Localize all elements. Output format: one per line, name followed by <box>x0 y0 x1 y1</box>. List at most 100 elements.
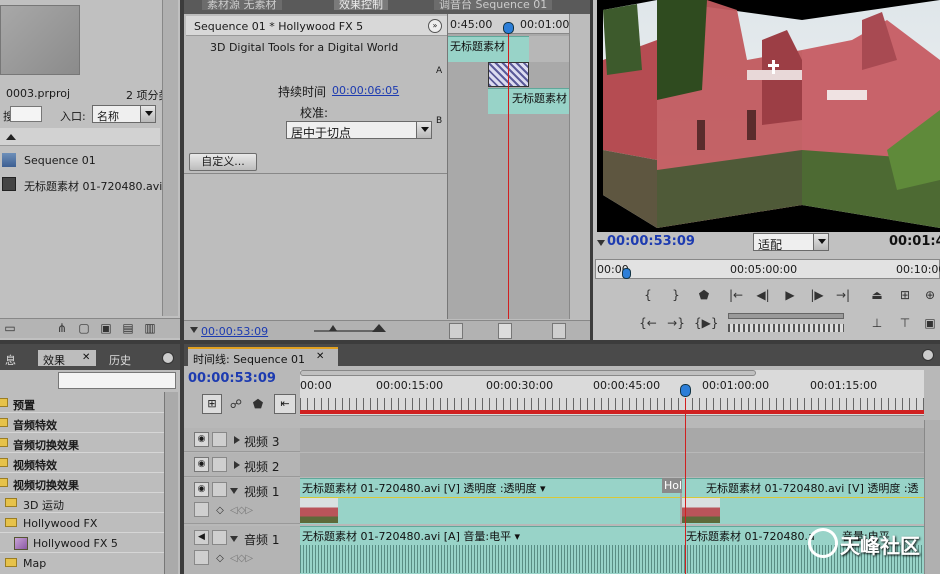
tab-source[interactable]: 素材源 无素材 <box>202 0 282 11</box>
lock-icon[interactable] <box>212 530 227 545</box>
eye-icon[interactable]: ◉ <box>194 457 209 472</box>
track-area[interactable] <box>300 453 924 477</box>
timeline-timecode[interactable]: 00:00:53:09 <box>188 371 276 386</box>
mark-in-icon[interactable]: { <box>638 286 658 304</box>
tab-history[interactable]: 历史 <box>104 350 136 367</box>
extract-icon[interactable]: ⊤ <box>895 314 915 332</box>
eye-icon[interactable]: ◉ <box>194 482 209 497</box>
zoom-in-icon[interactable] <box>372 324 386 332</box>
mini-playhead-head[interactable] <box>503 22 514 34</box>
effect-timecode[interactable]: 00:00:53:09 <box>201 325 268 338</box>
trim-icon[interactable]: ⊥ <box>867 314 887 332</box>
opacity-line[interactable] <box>682 497 924 498</box>
tab-audio-mixer[interactable]: 调音台 Sequence 01 <box>434 0 553 11</box>
list-item[interactable]: 预置 <box>0 394 164 413</box>
keyframe-icon[interactable]: ◇ <box>210 550 230 568</box>
fit-dropdown[interactable]: 适配 <box>753 233 829 252</box>
output-icon[interactable]: ⊕ <box>920 286 940 304</box>
list-item[interactable]: Hollywood FX <box>0 514 164 533</box>
collapse-track-icon[interactable] <box>230 488 238 494</box>
timecode-menu-icon[interactable] <box>597 240 605 246</box>
safe-margins-icon[interactable]: ⊞ <box>895 286 915 304</box>
list-item[interactable]: Map <box>0 554 164 573</box>
list-item[interactable]: Hollywood FX 5 <box>0 534 164 553</box>
video-clip[interactable]: 无标题素材 01-720480.avi [V] 透明度 :透明度 ▾ <box>300 478 680 524</box>
set-in-out-icon[interactable]: ⇤ <box>274 394 296 414</box>
mini-clip-b[interactable]: 无标题素材 <box>488 88 570 114</box>
opacity-line[interactable] <box>300 497 680 498</box>
play-in-to-out-icon[interactable]: {▶} <box>694 314 719 332</box>
program-playhead-icon[interactable] <box>622 268 631 279</box>
play-icon[interactable]: ▶ <box>780 286 800 304</box>
goto-prev-edit-icon[interactable]: {← <box>638 314 658 332</box>
project-scrollbar[interactable] <box>162 0 178 316</box>
collapse-track-icon[interactable] <box>230 536 238 542</box>
effects-search-input[interactable] <box>58 372 176 389</box>
goto-next-edit-icon[interactable]: →} <box>666 314 686 332</box>
zoom-thumb-icon[interactable] <box>329 325 337 331</box>
custom-button[interactable]: 自定义... <box>189 153 257 171</box>
export-frame-icon[interactable]: ▣ <box>920 314 940 332</box>
tab-info[interactable]: 息 <box>0 350 21 367</box>
expand-track-icon[interactable] <box>234 461 240 469</box>
jog-wheel[interactable] <box>728 324 844 332</box>
shuttle-slider[interactable] <box>728 313 844 319</box>
goto-out-icon[interactable]: →| <box>833 286 853 304</box>
timeline-playhead-head[interactable] <box>680 384 691 397</box>
list-item[interactable]: Sequence 01 <box>0 150 160 170</box>
bin-icon[interactable]: ▣ <box>96 319 116 337</box>
filter-icon[interactable] <box>190 327 198 333</box>
project-list-header[interactable] <box>0 128 160 146</box>
hscroll-left-icon[interactable] <box>449 323 463 339</box>
tab-effect-controls[interactable]: 效果控制 <box>334 0 388 11</box>
list-item[interactable]: 音频切换效果 <box>0 434 164 453</box>
duration-value[interactable]: 00:00:06:05 <box>332 84 399 97</box>
delete-icon[interactable]: ▥ <box>140 319 160 337</box>
track-area[interactable] <box>300 428 924 452</box>
set-marker-icon[interactable]: ⬟ <box>694 286 714 304</box>
snap-icon[interactable]: ⊞ <box>202 394 222 414</box>
timeline-ruler[interactable]: 00:00 00:00:15:00 00:00:30:00 00:00:45:0… <box>300 370 924 416</box>
step-forward-icon[interactable]: |▶ <box>807 286 827 304</box>
eye-icon[interactable]: ◉ <box>194 432 209 447</box>
list-item[interactable]: 音频特效 <box>0 414 164 433</box>
keyframe-icon[interactable]: ◇ <box>210 502 230 520</box>
list-item[interactable]: 无标题素材 01-720480.avi <box>0 174 162 194</box>
display-style-icon[interactable] <box>194 550 209 565</box>
work-area-bar[interactable] <box>300 370 756 376</box>
keyframe-nav-icon[interactable]: ◁◇▷ <box>230 502 253 520</box>
link-icon[interactable]: ☍ <box>226 395 246 413</box>
video-clip[interactable]: 无标题素材 01-720480.avi [V] 透明度 :透 <box>682 478 924 524</box>
mini-playhead[interactable] <box>508 24 509 319</box>
lock-icon[interactable] <box>212 482 227 497</box>
mark-out-icon[interactable]: } <box>666 286 686 304</box>
hscroll-right-icon[interactable] <box>552 323 566 339</box>
expand-track-icon[interactable] <box>234 436 240 444</box>
lock-icon[interactable] <box>212 457 227 472</box>
list-item[interactable]: 视频切换效果 <box>0 474 164 493</box>
list-item[interactable]: 3D 运动 <box>0 494 164 513</box>
audio-clip[interactable]: 无标题素材 01-720480.avi [A] 音量:电平 ▾ <box>300 526 684 574</box>
list-view-icon[interactable]: ▭ <box>0 319 20 337</box>
marker-icon[interactable]: ⬟ <box>248 395 268 413</box>
goto-in-icon[interactable]: |← <box>726 286 746 304</box>
program-ruler[interactable]: 00:00 00:05:00:00 00:10:00 <box>595 259 940 279</box>
timeline-playhead-line[interactable] <box>685 398 686 574</box>
lock-icon[interactable] <box>212 432 227 447</box>
new-item-icon[interactable]: ▤ <box>118 319 138 337</box>
search-input[interactable] <box>10 106 42 122</box>
keyframe-nav-icon[interactable]: ◁◇▷ <box>230 550 253 568</box>
close-icon[interactable]: ✕ <box>82 352 90 363</box>
panel-menu-icon[interactable] <box>922 349 934 361</box>
effects-scrollbar[interactable] <box>164 392 178 574</box>
program-timecode[interactable]: 00:00:53:09 <box>607 234 695 249</box>
hscroll-thumb[interactable] <box>498 323 512 339</box>
display-style-icon[interactable] <box>194 502 209 517</box>
align-dropdown[interactable]: 居中于切点 <box>286 121 432 140</box>
play-transition-icon[interactable]: » <box>428 19 442 33</box>
panel-menu-icon[interactable] <box>162 352 174 364</box>
automate-icon[interactable]: ⋔ <box>52 319 72 337</box>
speaker-icon[interactable]: ◀ <box>194 530 209 545</box>
zoom-slider[interactable] <box>314 330 374 332</box>
effect-vscroll[interactable] <box>569 14 590 319</box>
